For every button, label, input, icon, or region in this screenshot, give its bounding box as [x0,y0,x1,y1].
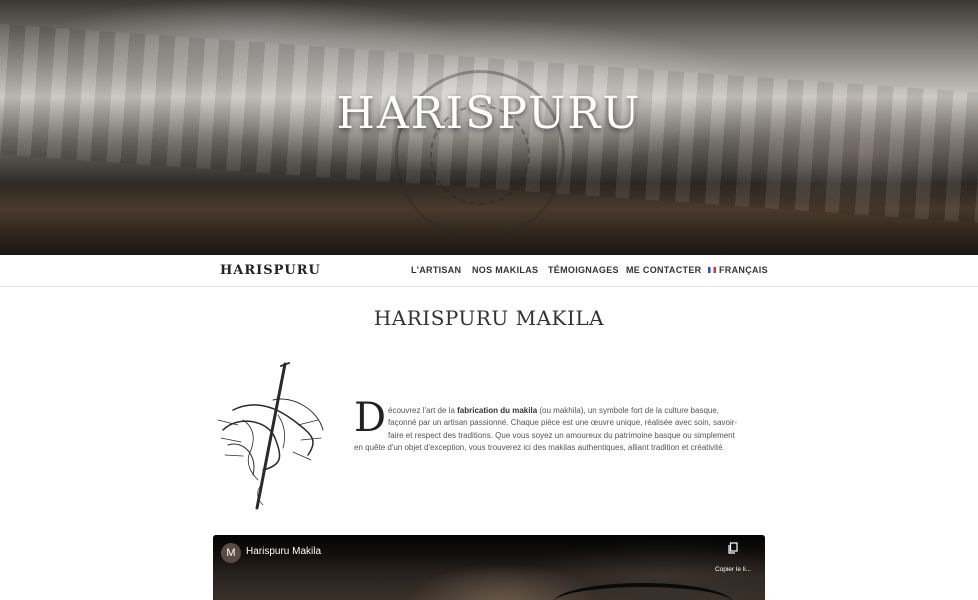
intro-line-3: faire et respect des traditions. Que vou… [388,430,735,440]
copy-link-button[interactable]: Copier le li... [708,542,758,575]
video-embed[interactable]: M Harispuru Makila Copier le li... [213,535,765,600]
hero-title: HARISPURU [336,88,642,139]
intro-line-4: en quête d'un objet d'exception, vous tr… [354,442,725,452]
nav-item-temoignages[interactable]: TÉMOIGNAGES [548,265,619,275]
nav-item-makilas[interactable]: NOS MAKILAS [472,265,538,275]
makila-sketch-illustration [217,362,324,510]
intro-line-1: écouvrez l'art de la fabrication du maki… [388,405,766,417]
nav-item-artisan[interactable]: L'ARTISAN [411,265,461,275]
page-title: HARISPURU MAKILA [373,306,605,330]
copy-link-label: Copier le li... [714,566,752,573]
intro-text: (ou makhila), un symbole fort de la cult… [537,406,720,415]
nav-item-contact[interactable]: ME CONTACTER [626,265,701,275]
hero-banner: HARISPURU [0,0,978,255]
language-switcher[interactable]: FRANÇAIS [708,265,768,275]
intro-text: écouvrez l'art de la [388,406,458,415]
intro-line-2: façonné par un artisan passionné. Chaque… [388,418,738,428]
intro-bold-text: fabrication du makila [457,406,538,415]
video-thumbnail-glasses [553,583,733,600]
french-flag-icon [708,267,716,273]
site-logo[interactable]: HARISPURU [220,263,321,278]
intro-paragraph: écouvrez l'art de la fabrication du maki… [354,405,766,454]
main-navigation: HARISPURU L'ARTISAN NOS MAKILAS TÉMOIGNA… [0,255,978,287]
video-title[interactable]: Harispuru Makila [246,546,321,557]
language-label: FRANÇAIS [719,265,768,275]
channel-avatar[interactable]: M [221,543,241,563]
intro-dropcap: D [354,395,387,441]
copy-icon [728,542,738,554]
